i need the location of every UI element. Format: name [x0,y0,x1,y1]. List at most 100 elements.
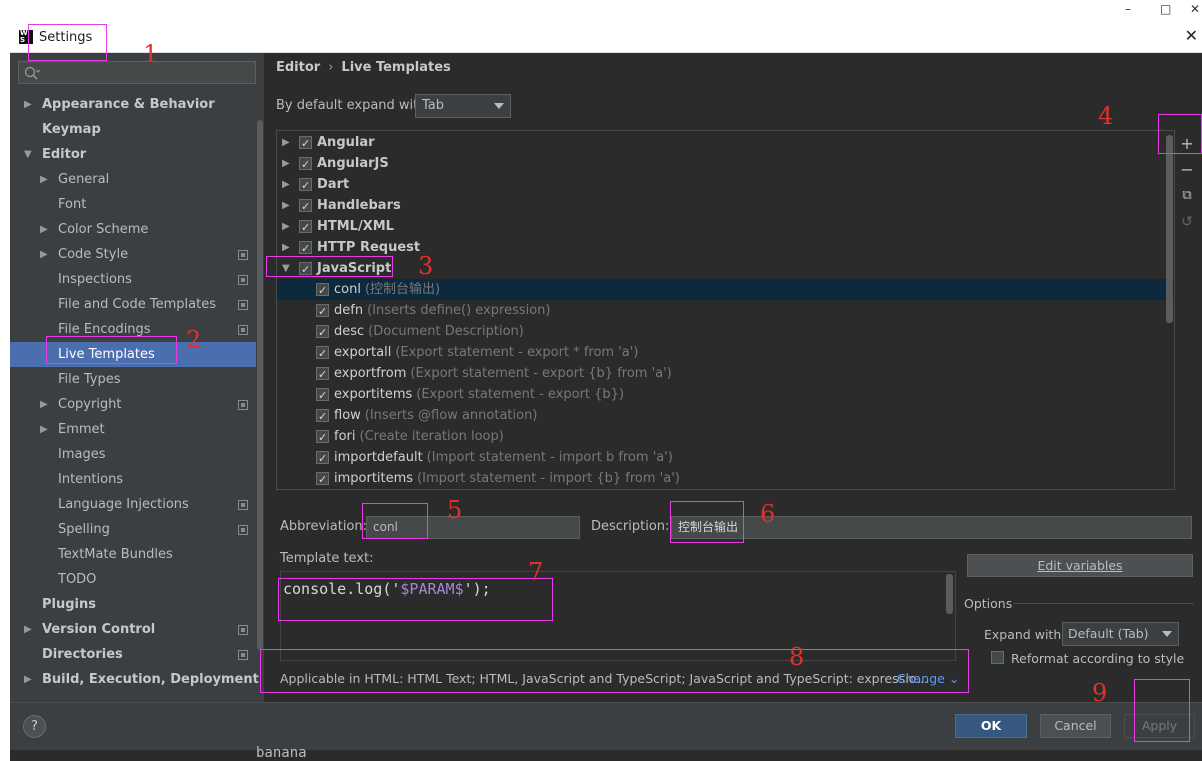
chevron-right-icon[interactable]: ▶ [282,195,290,216]
sidebar-item-label: File Types [58,372,121,387]
chevron-down-icon[interactable]: ▼ [24,142,32,167]
annotation-box-4 [1158,114,1202,154]
background-window-text: banana [256,745,307,761]
templates-scroll-thumb[interactable] [1166,135,1173,323]
expand-default-select[interactable]: Tab [415,94,511,118]
template-checkbox[interactable] [316,280,329,301]
template-group-row[interactable]: ▶ Angular [277,132,1174,154]
breadcrumb-separator: › [328,60,334,75]
sidebar-item-copyright[interactable]: ▶ Copyright [10,392,264,417]
chevron-right-icon[interactable]: ▶ [282,216,290,237]
sidebar-item-emmet[interactable]: ▶ Emmet [10,417,264,442]
sidebar-item-color-scheme[interactable]: ▶ Color Scheme [10,217,264,242]
template-row[interactable]: desc(Document Description) [277,321,1174,343]
sidebar-scroll-thumb[interactable] [257,120,263,650]
chevron-right-icon[interactable]: ▶ [40,217,48,242]
sidebar-item-language-injections[interactable]: Language Injections [10,492,264,517]
editor-scroll-thumb[interactable] [946,574,953,614]
template-group-checkbox[interactable] [299,238,312,259]
description-input[interactable]: 控制台输出 [671,516,1192,539]
template-checkbox[interactable] [316,343,329,364]
sidebar-item-file-and-code-templates[interactable]: File and Code Templates [10,292,264,317]
minimize-icon[interactable]: – [1125,2,1131,16]
template-group-row[interactable]: ▶ Handlebars [277,195,1174,217]
sidebar-item-images[interactable]: Images [10,442,264,467]
annotation-number-3: 3 [418,252,434,280]
help-button[interactable]: ? [23,715,46,738]
sidebar-item-intentions[interactable]: Intentions [10,467,264,492]
chevron-right-icon[interactable]: ▶ [24,92,32,117]
template-row[interactable]: conl(控制台输出) [277,279,1174,301]
close-icon[interactable]: ✕ [1185,26,1198,45]
chevron-right-icon[interactable]: ▶ [40,392,48,417]
template-row[interactable]: exportfrom(Export statement - export {b}… [277,363,1174,385]
sidebar-item-label: Editor [42,147,87,162]
template-row[interactable]: exportitems(Export statement - export {b… [277,384,1174,406]
sidebar-item-font[interactable]: Font [10,192,264,217]
template-checkbox[interactable] [316,385,329,406]
chevron-right-icon[interactable]: ▶ [282,174,290,195]
template-row[interactable]: flow(Inserts @flow annotation) [277,405,1174,427]
remove-icon[interactable]: − [1178,161,1196,179]
template-row[interactable]: fori(Create iteration loop) [277,426,1174,448]
search-input[interactable] [18,61,256,84]
template-row[interactable]: exportall(Export statement - export * fr… [277,342,1174,364]
template-group-row[interactable]: ▶ HTTP Request [277,237,1174,259]
template-checkbox[interactable] [316,322,329,343]
template-checkbox[interactable] [316,427,329,448]
chevron-right-icon[interactable]: ▶ [24,617,32,642]
reformat-checkbox[interactable] [991,651,1004,664]
copy-icon[interactable]: ⧉ [1178,187,1196,205]
template-checkbox[interactable] [316,469,329,489]
template-group-row[interactable]: ▶ Dart [277,174,1174,196]
dialog-button-bar: ? OK Cancel Apply [10,702,1202,750]
template-row[interactable]: importdefault(Import statement - import … [277,447,1174,469]
edit-variables-button[interactable]: Edit variables [967,554,1193,577]
sidebar-item-code-style[interactable]: ▶ Code Style [10,242,264,267]
breadcrumb: Editor › Live Templates [276,60,451,75]
template-group-checkbox[interactable] [299,196,312,217]
chevron-right-icon[interactable]: ▶ [40,167,48,192]
template-checkbox[interactable] [316,406,329,427]
sidebar-item-inspections[interactable]: Inspections [10,267,264,292]
sidebar-item-file-types[interactable]: File Types [10,367,264,392]
sidebar-item-plugins[interactable]: Plugins [10,592,264,617]
template-checkbox[interactable] [316,301,329,322]
chevron-right-icon[interactable]: ▶ [40,242,48,267]
chevron-right-icon[interactable]: ▶ [282,237,290,258]
expand-with-select[interactable]: Default (Tab) [1062,622,1179,646]
sidebar-item-general[interactable]: ▶ General [10,167,264,192]
template-row[interactable]: defn(Inserts define() expression) [277,300,1174,322]
chevron-right-icon[interactable]: ▶ [282,153,290,174]
sidebar-item-textmate-bundles[interactable]: TextMate Bundles [10,542,264,567]
sidebar-item-appearance-behavior[interactable]: ▶ Appearance & Behavior [10,92,264,117]
sidebar-item-version-control[interactable]: ▶ Version Control [10,617,264,642]
maximize-icon[interactable]: □ [1160,2,1171,16]
breadcrumb-parent[interactable]: Editor [276,60,320,75]
sidebar-item-build-execution-deployment[interactable]: ▶ Build, Execution, Deployment [10,667,264,692]
template-checkbox[interactable] [316,364,329,385]
template-group-checkbox[interactable] [299,133,312,154]
sidebar-item-editor[interactable]: ▼ Editor [10,142,264,167]
template-group-checkbox[interactable] [299,175,312,196]
template-group-checkbox[interactable] [299,154,312,175]
chevron-right-icon[interactable]: ▶ [40,417,48,442]
template-description: (Import statement - import {b} from 'a') [417,471,680,486]
cancel-button[interactable]: Cancel [1040,714,1111,738]
template-checkbox[interactable] [316,448,329,469]
template-row[interactable]: importitems(Import statement - import {b… [277,468,1174,489]
sidebar-item-directories[interactable]: Directories [10,642,264,667]
template-group-row[interactable]: ▶ AngularJS [277,153,1174,175]
ok-button[interactable]: OK [955,714,1027,738]
chevron-right-icon[interactable]: ▶ [24,667,32,692]
template-group-row[interactable]: ▶ HTML/XML [277,216,1174,238]
sidebar-item-todo[interactable]: TODO [10,567,264,592]
sidebar-item-spelling[interactable]: Spelling [10,517,264,542]
restore-icon[interactable]: ↺ [1178,213,1196,231]
sidebar-item-keymap[interactable]: Keymap [10,117,264,142]
sidebar-item-label: General [58,172,110,187]
template-group-row[interactable]: ▼JavaScript [277,258,1174,280]
chevron-right-icon[interactable]: ▶ [282,132,290,153]
template-group-checkbox[interactable] [299,217,312,238]
outer-close-icon[interactable]: ✕ [1190,2,1200,16]
